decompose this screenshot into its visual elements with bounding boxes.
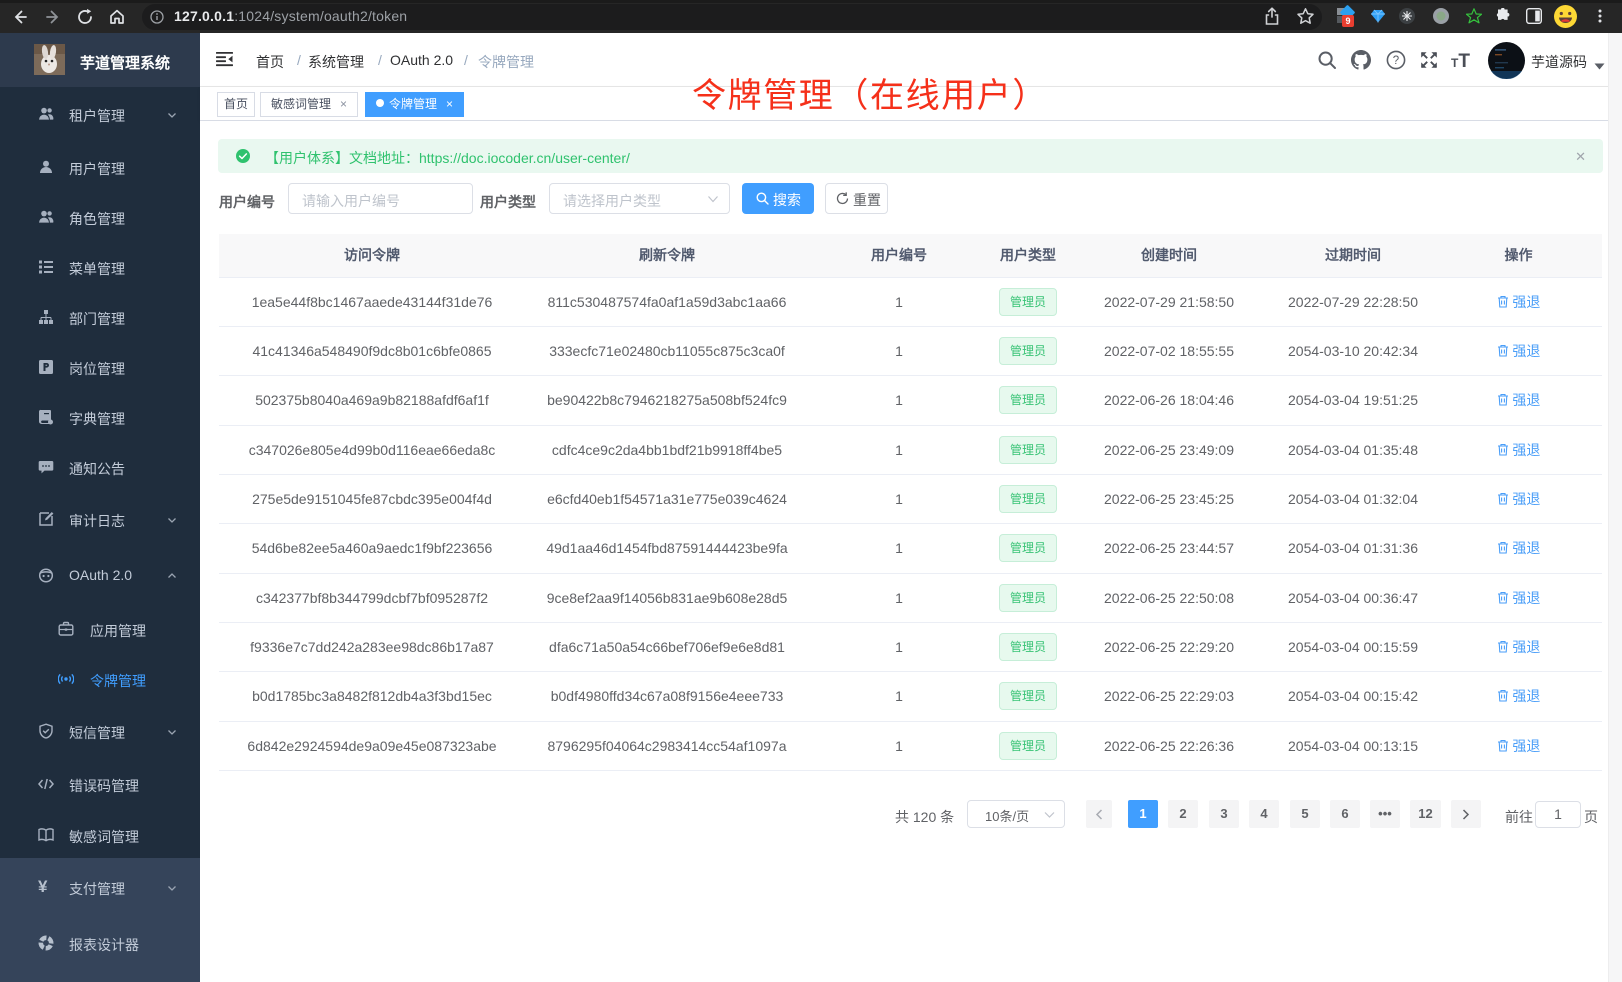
svg-text:?: ?: [1393, 55, 1399, 67]
